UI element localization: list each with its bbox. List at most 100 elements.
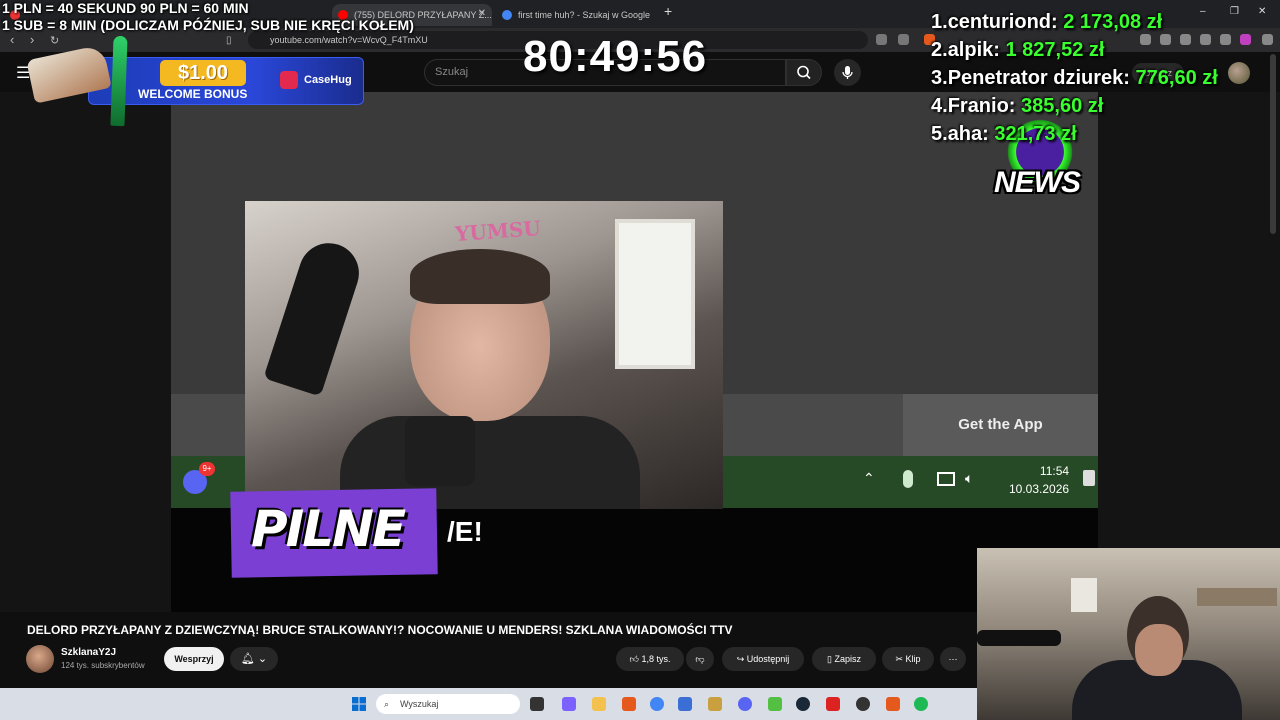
save-button[interactable]: ▯ Zapisz (812, 647, 876, 671)
task-view-icon[interactable] (530, 697, 544, 711)
windows-search-input[interactable]: ⌕ Wyszukaj (376, 694, 520, 714)
webcam-window (615, 219, 695, 369)
tab-label: first time huh? - Szukaj w Google (518, 10, 651, 20)
cast-icon[interactable] (876, 34, 887, 45)
leaderboard-row: 4.Franio: 385,60 zł (931, 92, 1218, 120)
video-title: DELORD PRZYŁAPANY Z DZIEWCZYNĄ! BRUCE ST… (27, 623, 733, 637)
riot-taskbar-icon[interactable] (826, 697, 840, 711)
breaking-banner-text: PILNE (251, 500, 406, 558)
video-taskbar-clock: 11:54 10.03.2026 (1009, 462, 1069, 498)
obs-taskbar-icon[interactable] (856, 697, 870, 711)
brave-taskbar-icon[interactable] (622, 697, 636, 711)
like-button[interactable]: 👍︎ 1,8 tys. (616, 647, 684, 671)
account-avatar[interactable] (1228, 62, 1250, 84)
bookmark-icon[interactable]: ▯ (226, 35, 232, 46)
forward-icon[interactable]: › (30, 32, 34, 47)
share-arrow-icon: ↪ (736, 654, 745, 664)
clip-button[interactable]: ✂ Klip (882, 647, 934, 671)
thumbs-down-icon: 👎︎ (695, 654, 705, 664)
tray-chevron-icon: ⌃ (863, 470, 875, 486)
video-clock-time: 11:54 (1039, 464, 1070, 478)
video-player[interactable]: Get the App 9+ ⌃ 🔈︎ 11:54 10.03.2026 YUM… (171, 92, 1098, 612)
support-button[interactable]: Wesprzyj (164, 647, 224, 671)
search-icon: ⌕ (384, 699, 390, 709)
file-explorer-icon[interactable] (592, 697, 606, 711)
clip-label: Klip (905, 654, 921, 664)
tray-display-icon (937, 472, 955, 486)
game-taskbar-icon[interactable] (768, 697, 782, 711)
leaderboard-name: aha: (947, 123, 989, 145)
leaderboard-name: alpik: (947, 39, 1000, 61)
leaderboard-rank: 2. (931, 39, 948, 61)
share-icon[interactable] (898, 34, 909, 45)
close-icon[interactable]: ✕ (478, 8, 486, 19)
steam-taskbar-icon[interactable] (796, 697, 810, 711)
share-label: Udostępnij (746, 654, 790, 664)
leaderboard-amount: 321,73 zł (994, 123, 1077, 145)
chrome-taskbar-icon[interactable] (650, 697, 664, 711)
get-the-app-label: Get the App (903, 394, 1098, 456)
news-logo-text: NEWS (994, 166, 1081, 199)
facecam-microphone-arm (977, 630, 1061, 646)
dislike-button[interactable]: 👎︎ (686, 647, 714, 671)
thumbs-up-icon: 👍︎ (629, 654, 639, 664)
search-button[interactable] (786, 59, 822, 86)
facecam-person-face (1135, 624, 1183, 676)
vpn-icon[interactable] (1220, 34, 1231, 45)
new-tab-icon[interactable]: + (664, 3, 672, 19)
discord-badge: 9+ (199, 462, 215, 476)
leaderboard-row: 1.centuriond: 2 173,08 zł (931, 8, 1218, 36)
breaking-banner-suffix: /E! (447, 516, 483, 547)
stream-frame: (755) DELORD PRZYŁAPANY Z... ✕ first tim… (0, 0, 1280, 720)
bell-icon: 🔔︎ (240, 653, 255, 665)
leaderboard-row: 5.aha: 321,73 zł (931, 120, 1218, 148)
leaderboard-name: Penetrator dziurek: (947, 67, 1130, 89)
webcam-wall-sign: YUMSU (454, 216, 542, 246)
voice-search-button[interactable] (834, 59, 861, 86)
subathon-timer: 80:49:56 (523, 32, 708, 81)
windows-start-icon[interactable] (352, 697, 366, 711)
leaderboard-rank: 3. (931, 67, 948, 89)
donation-leaderboard: 1.centuriond: 2 173,08 zł 2.alpik: 1 827… (931, 8, 1218, 148)
leaderboard-amount: 385,60 zł (1021, 95, 1104, 117)
leaderboard-row: 2.alpik: 1 827,52 zł (931, 36, 1218, 64)
microphone-icon (842, 66, 853, 79)
more-actions-button[interactable]: ⋯ (940, 647, 966, 671)
notifications-button[interactable]: 🔔︎ ⌄ (230, 647, 278, 671)
brave-pinned-icon[interactable] (886, 697, 900, 711)
channel-avatar[interactable] (26, 645, 54, 673)
spotify-taskbar-icon[interactable] (914, 697, 928, 711)
promo-amount: $1.00 (160, 60, 246, 86)
promo-brand: CaseHug (304, 74, 352, 86)
leaderboard-amount: 1 827,52 zł (1005, 39, 1105, 61)
channel-name[interactable]: SzklanaY2J (61, 647, 116, 658)
discord-taskbar-icon[interactable] (738, 697, 752, 711)
streamer-facecam (977, 548, 1280, 720)
leaderboard-row: 3.Penetrator dziurek: 776,60 zł (931, 64, 1218, 92)
leaderboard-amount: 2 173,08 zł (1063, 11, 1163, 33)
windows-search-placeholder: Wyszukaj (400, 699, 439, 709)
subscriber-count: 124 tys. subskrybentów (61, 661, 145, 670)
embedded-webcam: YUMSU (245, 201, 723, 509)
menu-icon[interactable] (1262, 34, 1273, 45)
search-icon (797, 65, 811, 80)
webcam-person-hair (410, 249, 550, 304)
folder-taskbar-icon[interactable] (708, 697, 722, 711)
back-icon[interactable]: ‹ (10, 32, 14, 47)
leo-ai-icon[interactable] (1240, 34, 1251, 45)
reload-icon[interactable]: ↻ (50, 34, 59, 47)
tab-google-search[interactable]: first time huh? - Szukaj w Google (496, 4, 656, 26)
leaderboard-name: Franio: (947, 95, 1016, 117)
more-icon: ⋯ (948, 654, 958, 664)
copilot-icon[interactable] (562, 697, 576, 711)
video-clock-date: 10.03.2026 (1009, 482, 1070, 496)
page-scrollbar[interactable] (1270, 54, 1276, 234)
share-button[interactable]: ↪ Udostępnij (722, 647, 804, 671)
leaderboard-rank: 5. (931, 123, 948, 145)
app-taskbar-icon[interactable] (678, 697, 692, 711)
casehug-logo-icon (280, 71, 298, 89)
maximize-icon[interactable]: ❐ (1230, 6, 1239, 17)
close-window-icon[interactable]: ✕ (1258, 6, 1266, 17)
leaderboard-rank: 1. (931, 11, 948, 33)
page-left-background (0, 92, 171, 612)
